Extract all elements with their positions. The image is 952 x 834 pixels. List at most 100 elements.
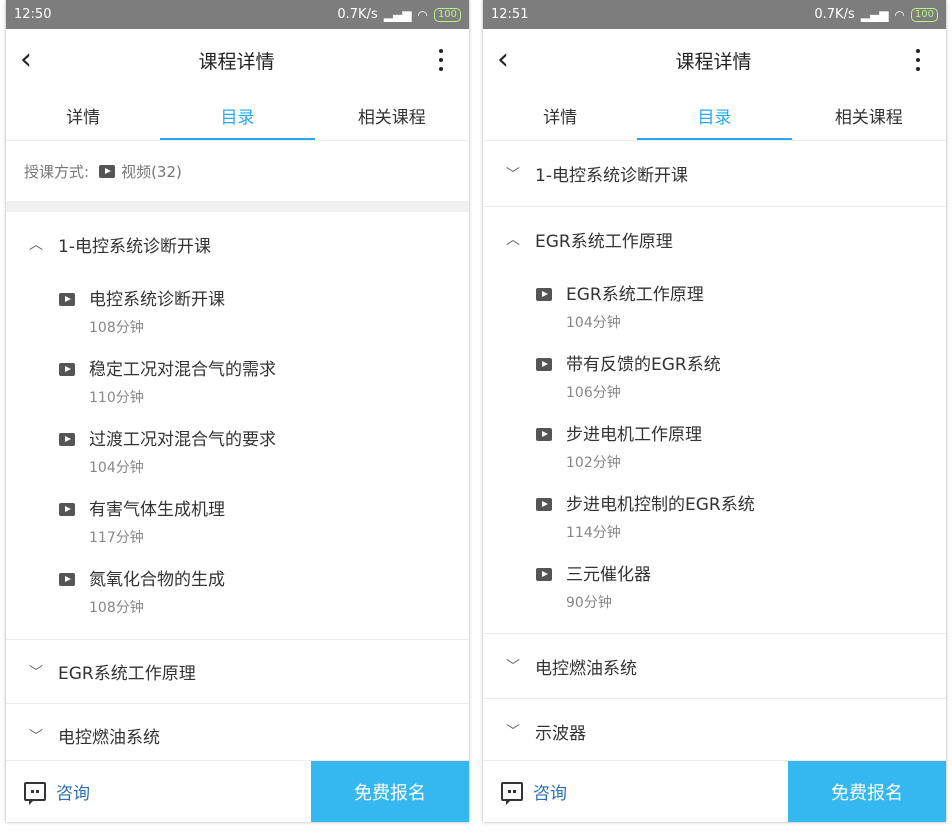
chat-bubble-icon <box>24 782 46 805</box>
video-play-icon <box>536 498 552 511</box>
lesson-duration: 108分钟 <box>89 320 144 336</box>
phone-screen-1: 12:50 0.7K/s ▂▄▆ ◠ 100 ‹ 课程详情 详情 目录 相关课程… <box>6 0 469 822</box>
consult-button[interactable]: 咨询 <box>483 761 788 822</box>
chapter-header[interactable]: ︿ 1-电控系统诊断开课 <box>6 212 469 276</box>
lesson-duration: 108分钟 <box>89 600 144 616</box>
status-icons: 0.7K/s ▂▄▆ ◠ 100 <box>337 7 461 22</box>
video-play-icon <box>59 433 75 446</box>
tab-related-courses[interactable]: 相关课程 <box>792 91 946 140</box>
wifi-icon: ◠ <box>894 7 905 22</box>
lesson-title: EGR系统工作原理 <box>566 285 704 305</box>
lesson-item[interactable]: 氮氧化合物的生成 108分钟 <box>6 556 469 626</box>
lesson-item[interactable]: 步进电机控制的EGR系统 114分钟 <box>483 481 946 551</box>
tab-related-courses[interactable]: 相关课程 <box>315 91 469 140</box>
chapter-title: 示波器 <box>535 723 586 744</box>
lesson-title: 步进电机控制的EGR系统 <box>566 495 755 515</box>
lesson-title: 三元催化器 <box>566 565 651 585</box>
chevron-down-icon: ﹀ <box>506 659 520 675</box>
back-arrow-icon[interactable]: ‹ <box>497 45 521 75</box>
more-vertical-icon[interactable] <box>429 49 453 71</box>
chevron-up-icon: ︿ <box>29 237 43 253</box>
lesson-text: 带有反馈的EGR系统 106分钟 <box>566 354 721 402</box>
lesson-item[interactable]: 带有反馈的EGR系统 106分钟 <box>483 341 946 411</box>
page-title: 课程详情 <box>198 50 275 73</box>
chapter-title: 电控燃油系统 <box>58 728 160 748</box>
lesson-title: 稳定工况对混合气的需求 <box>89 360 276 380</box>
section-divider <box>6 201 469 212</box>
lesson-duration: 106分钟 <box>566 385 621 401</box>
status-bar: 12:51 0.7K/s ▂▄▆ ◠ 100 <box>483 0 946 29</box>
chapter-header[interactable]: ﹀ 电控燃油系统 <box>6 704 469 767</box>
tab-catalog[interactable]: 目录 <box>160 91 315 140</box>
lesson-title: 步进电机工作原理 <box>566 425 702 445</box>
consult-button[interactable]: 咨询 <box>6 761 311 822</box>
lesson-title: 过渡工况对混合气的要求 <box>89 430 276 450</box>
teaching-mode-label: 授课方式: <box>24 162 90 181</box>
status-bar: 12:50 0.7K/s ▂▄▆ ◠ 100 <box>6 0 469 29</box>
lesson-text: 氮氧化合物的生成 108分钟 <box>89 569 225 617</box>
app-bar: ‹ 课程详情 <box>483 29 946 91</box>
video-play-icon <box>536 568 552 581</box>
chapter-title: 1-电控系统诊断开课 <box>58 236 211 257</box>
lesson-item[interactable]: 有害气体生成机理 117分钟 <box>6 486 469 556</box>
battery-icon: 100 <box>910 7 938 22</box>
lesson-text: EGR系统工作原理 104分钟 <box>566 284 704 332</box>
lesson-duration: 102分钟 <box>566 455 621 471</box>
lesson-text: 步进电机控制的EGR系统 114分钟 <box>566 494 755 542</box>
signal-icon: ▂▄▆ <box>383 7 412 22</box>
free-enroll-button[interactable]: 免费报名 <box>311 761 469 822</box>
chapter-title: EGR系统工作原理 <box>535 231 673 252</box>
lesson-item[interactable]: 稳定工况对混合气的需求 110分钟 <box>6 346 469 416</box>
signal-icon: ▂▄▆ <box>860 7 889 22</box>
lesson-text: 过渡工况对混合气的要求 104分钟 <box>89 429 276 477</box>
lesson-item[interactable]: EGR系统工作原理 104分钟 <box>483 271 946 341</box>
tab-details[interactable]: 详情 <box>483 91 637 140</box>
consult-label: 咨询 <box>56 784 90 804</box>
lesson-duration: 114分钟 <box>566 525 621 541</box>
phone-screen-2: 12:51 0.7K/s ▂▄▆ ◠ 100 ‹ 课程详情 详情 目录 相关课程… <box>483 0 946 822</box>
tab-bar: 详情 目录 相关课程 <box>6 91 469 141</box>
chevron-down-icon: ﹀ <box>506 724 520 740</box>
chapter-header[interactable]: ﹀ 示波器 <box>483 699 946 763</box>
chapter-title: 1-电控系统诊断开课 <box>535 166 688 186</box>
video-play-icon <box>59 363 75 376</box>
lesson-title: 电控系统诊断开课 <box>89 290 225 310</box>
video-play-icon <box>536 428 552 441</box>
teaching-mode: 授课方式: 视频(32) <box>6 141 469 201</box>
free-enroll-button[interactable]: 免费报名 <box>788 761 946 822</box>
page-title: 课程详情 <box>675 50 752 73</box>
lesson-text: 步进电机工作原理 102分钟 <box>566 424 702 472</box>
lesson-item[interactable]: 三元催化器 90分钟 <box>483 551 946 621</box>
lesson-duration: 104分钟 <box>566 315 621 331</box>
lesson-duration: 117分钟 <box>89 530 144 546</box>
network-speed: 0.7K/s <box>337 7 378 22</box>
lesson-item[interactable]: 过渡工况对混合气的要求 104分钟 <box>6 416 469 486</box>
chevron-down-icon: ﹀ <box>29 728 43 745</box>
more-vertical-icon[interactable] <box>906 49 930 71</box>
chevron-down-icon: ﹀ <box>29 664 43 681</box>
chapter-header[interactable]: ﹀ 电控燃油系统 <box>483 634 946 698</box>
lesson-duration: 104分钟 <box>89 460 144 476</box>
lesson-title: 有害气体生成机理 <box>89 500 225 520</box>
network-speed: 0.7K/s <box>814 7 855 22</box>
lesson-duration: 110分钟 <box>89 390 144 406</box>
chevron-down-icon: ﹀ <box>506 166 520 183</box>
lesson-item[interactable]: 电控系统诊断开课 108分钟 <box>6 276 469 346</box>
video-play-icon <box>59 573 75 586</box>
lesson-title: 带有反馈的EGR系统 <box>566 355 721 375</box>
chapter-header[interactable]: ﹀ EGR系统工作原理 <box>6 640 469 703</box>
video-play-icon <box>59 503 75 516</box>
video-play-icon <box>99 164 116 178</box>
wifi-icon: ◠ <box>417 7 428 22</box>
back-arrow-icon[interactable]: ‹ <box>20 45 44 75</box>
tab-details[interactable]: 详情 <box>6 91 160 140</box>
lesson-title: 氮氧化合物的生成 <box>89 570 225 590</box>
tab-catalog[interactable]: 目录 <box>637 91 792 140</box>
video-play-icon <box>536 358 552 371</box>
chapter-header[interactable]: ﹀ 1-电控系统诊断开课 <box>483 141 946 206</box>
status-time: 12:51 <box>491 7 529 22</box>
tab-bar: 详情 目录 相关课程 <box>483 91 946 141</box>
app-bar: ‹ 课程详情 <box>6 29 469 91</box>
chapter-header[interactable]: ︿ EGR系统工作原理 <box>483 207 946 271</box>
lesson-item[interactable]: 步进电机工作原理 102分钟 <box>483 411 946 481</box>
